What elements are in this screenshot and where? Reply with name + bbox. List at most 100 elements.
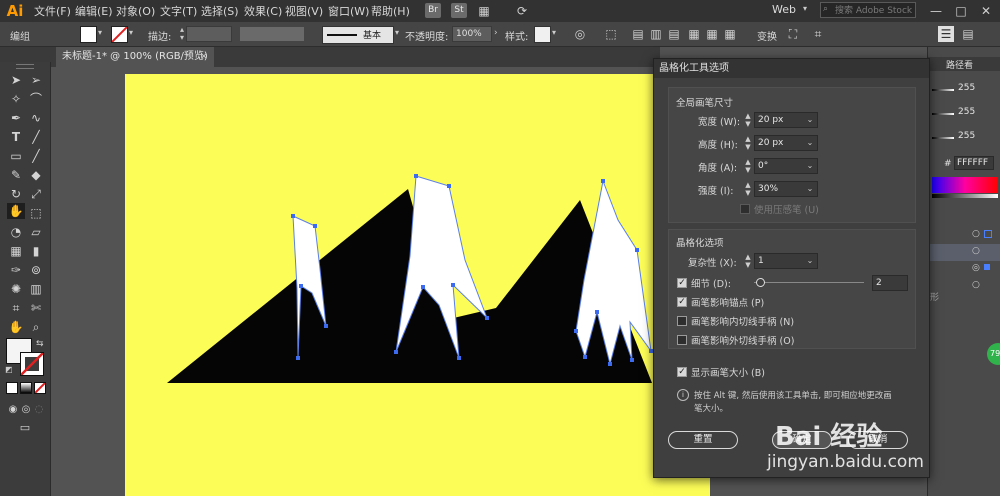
direct-selection-tool-icon[interactable]: ➢ xyxy=(27,72,45,88)
shaper-tool-icon[interactable]: ✎ xyxy=(7,167,25,183)
chevron-down-icon[interactable]: ⌄ xyxy=(804,136,816,150)
recolor-artwork-icon[interactable]: ◎ xyxy=(572,26,588,42)
layer-row-selected[interactable]: ○ xyxy=(928,244,1000,261)
default-colors-icon[interactable]: ◩ xyxy=(5,365,13,374)
layer-row[interactable]: ◎ xyxy=(928,261,1000,278)
chevron-right-icon[interactable]: › xyxy=(494,28,498,38)
zoom-tool-icon[interactable]: ⌕ xyxy=(27,319,45,335)
align-middle-icon[interactable]: ▦ xyxy=(704,26,720,42)
target-icon[interactable]: ◎ xyxy=(972,263,980,273)
bridge-button[interactable]: Br xyxy=(425,3,441,18)
bounding-box-icon[interactable]: ⌗ xyxy=(810,26,826,42)
complexity-stepper-icon[interactable]: ▲ ▼ xyxy=(743,253,753,269)
swap-colors-icon[interactable]: ⇆ xyxy=(36,339,44,349)
menu-select[interactable]: 选择(S) xyxy=(201,3,239,19)
dialog-title[interactable]: 晶格化工具选项 xyxy=(654,59,929,78)
column-graph-tool-icon[interactable]: ▥ xyxy=(27,281,45,297)
align-left-icon[interactable]: ▤ xyxy=(630,26,646,42)
workspace-switcher[interactable]: Web xyxy=(772,3,796,16)
line-tool-icon[interactable]: ╱ xyxy=(27,129,45,145)
show-brush-size-checkbox[interactable]: ✓ xyxy=(677,367,687,377)
align-center-icon[interactable]: ▥ xyxy=(648,26,664,42)
target-icon[interactable]: ○ xyxy=(972,280,980,290)
stepper-icon[interactable]: ▴ ▾ xyxy=(180,26,184,42)
close-icon[interactable]: ✕ xyxy=(975,3,997,19)
chevron-down-icon[interactable]: ▾ xyxy=(129,28,133,37)
menu-view[interactable]: 视图(V) xyxy=(285,3,323,19)
detail-input[interactable]: 2 xyxy=(872,275,908,291)
align-to-icon[interactable]: ⬚ xyxy=(602,26,620,42)
pressure-pen-checkbox[interactable] xyxy=(740,204,750,214)
selection-indicator-icon[interactable] xyxy=(984,264,990,270)
eyedropper-tool-icon[interactable]: ✑ xyxy=(7,262,25,278)
color-slider-b[interactable] xyxy=(932,137,954,139)
intensity-stepper-icon[interactable]: ▲ ▼ xyxy=(743,181,753,197)
crystallize-tool-icon[interactable]: ✋ xyxy=(7,203,25,219)
gradient-mode-icon[interactable] xyxy=(20,382,32,394)
menu-edit[interactable]: 编辑(E) xyxy=(75,3,113,19)
artboard-tool-icon[interactable]: ⌗ xyxy=(7,300,25,316)
slice-tool-icon[interactable]: ✄ xyxy=(27,300,45,316)
document-tab[interactable]: 未标题-1* @ 100% (RGB/预览) × xyxy=(56,47,214,67)
stroke-swatch[interactable] xyxy=(111,26,128,43)
color-mode-icon[interactable] xyxy=(6,382,18,394)
variable-width-profile[interactable] xyxy=(240,27,304,41)
pen-tool-icon[interactable]: ✒ xyxy=(7,110,25,126)
menu-window[interactable]: 窗口(W) xyxy=(328,3,369,19)
layer-row[interactable]: ○ xyxy=(928,227,1000,245)
stroke-color-swatch[interactable] xyxy=(20,352,44,376)
stock-search-input[interactable]: 搜索 Adobe Stock xyxy=(820,2,916,18)
color-value-b[interactable]: 255 xyxy=(958,131,975,141)
curvature-tool-icon[interactable]: ∿ xyxy=(27,110,45,126)
menu-object[interactable]: 对象(O) xyxy=(116,3,155,19)
reset-button[interactable]: 重置 xyxy=(668,431,738,449)
mesh-tool-icon[interactable]: ▦ xyxy=(7,243,25,259)
rotate-tool-icon[interactable]: ↻ xyxy=(7,186,25,202)
chevron-down-icon[interactable]: ▾ xyxy=(395,28,399,37)
detail-slider-thumb[interactable] xyxy=(755,278,765,287)
perspective-grid-tool-icon[interactable]: ▱ xyxy=(27,224,45,240)
target-icon[interactable]: ○ xyxy=(972,229,980,239)
chevron-down-icon[interactable]: ▾ xyxy=(98,28,102,37)
arrange-documents-icon[interactable]: ▦ xyxy=(474,3,494,19)
symbol-sprayer-tool-icon[interactable]: ✺ xyxy=(7,281,25,297)
gpu-performance-icon[interactable]: ⟳ xyxy=(512,3,532,19)
lasso-tool-icon[interactable]: ⌒ xyxy=(27,91,45,107)
chevron-down-icon[interactable]: ⌄ xyxy=(804,254,816,268)
color-spectrum[interactable] xyxy=(932,177,998,193)
chevron-down-icon[interactable]: ⌄ xyxy=(804,113,816,127)
rectangle-tool-icon[interactable]: ▭ xyxy=(7,148,25,164)
chevron-down-icon[interactable]: ▾ xyxy=(552,28,556,37)
menu-effect[interactable]: 效果(C) xyxy=(244,3,282,19)
in-tangent-checkbox[interactable] xyxy=(677,316,687,326)
brush-definition[interactable]: 基本 xyxy=(322,26,394,44)
chevron-down-icon[interactable]: ⌄ xyxy=(804,182,816,196)
gradient-tool-icon[interactable]: ▮ xyxy=(27,243,45,259)
toolbox-grip[interactable] xyxy=(16,64,34,69)
scale-tool-icon[interactable]: ⤢ xyxy=(27,186,45,202)
blend-tool-icon[interactable]: ⊚ xyxy=(27,262,45,278)
align-right-icon[interactable]: ▤ xyxy=(666,26,682,42)
align-top-icon[interactable]: ▦ xyxy=(686,26,702,42)
chevron-down-icon[interactable]: ⌄ xyxy=(804,159,816,173)
free-transform-tool-icon[interactable]: ⬚ xyxy=(27,205,45,221)
color-slider-g[interactable] xyxy=(932,113,954,115)
shape-builder-tool-icon[interactable]: ◔ xyxy=(7,224,25,240)
isolate-group-icon[interactable]: ⛶ xyxy=(785,26,801,42)
panel-tab-label[interactable]: 路径看 xyxy=(946,58,973,71)
color-value-g[interactable]: 255 xyxy=(958,107,975,117)
snow-peak-right[interactable] xyxy=(575,179,652,365)
selection-indicator-icon[interactable] xyxy=(984,230,992,238)
angle-stepper-icon[interactable]: ▲ ▼ xyxy=(743,158,753,174)
selection-tool-icon[interactable]: ➤ xyxy=(7,72,25,88)
menu-help[interactable]: 帮助(H) xyxy=(371,3,410,19)
detail-checkbox[interactable]: ✓ xyxy=(677,278,687,288)
type-tool-icon[interactable]: T xyxy=(7,129,25,145)
menu-file[interactable]: 文件(F) xyxy=(34,3,71,19)
stock-button[interactable]: St xyxy=(451,3,467,18)
grayscale-ramp[interactable] xyxy=(932,194,998,198)
panel-menu-icon[interactable]: ☰ xyxy=(938,26,954,42)
transform-link[interactable]: 变换 xyxy=(757,28,777,43)
minimize-icon[interactable]: — xyxy=(925,3,947,19)
height-stepper-icon[interactable]: ▲ ▼ xyxy=(743,135,753,151)
